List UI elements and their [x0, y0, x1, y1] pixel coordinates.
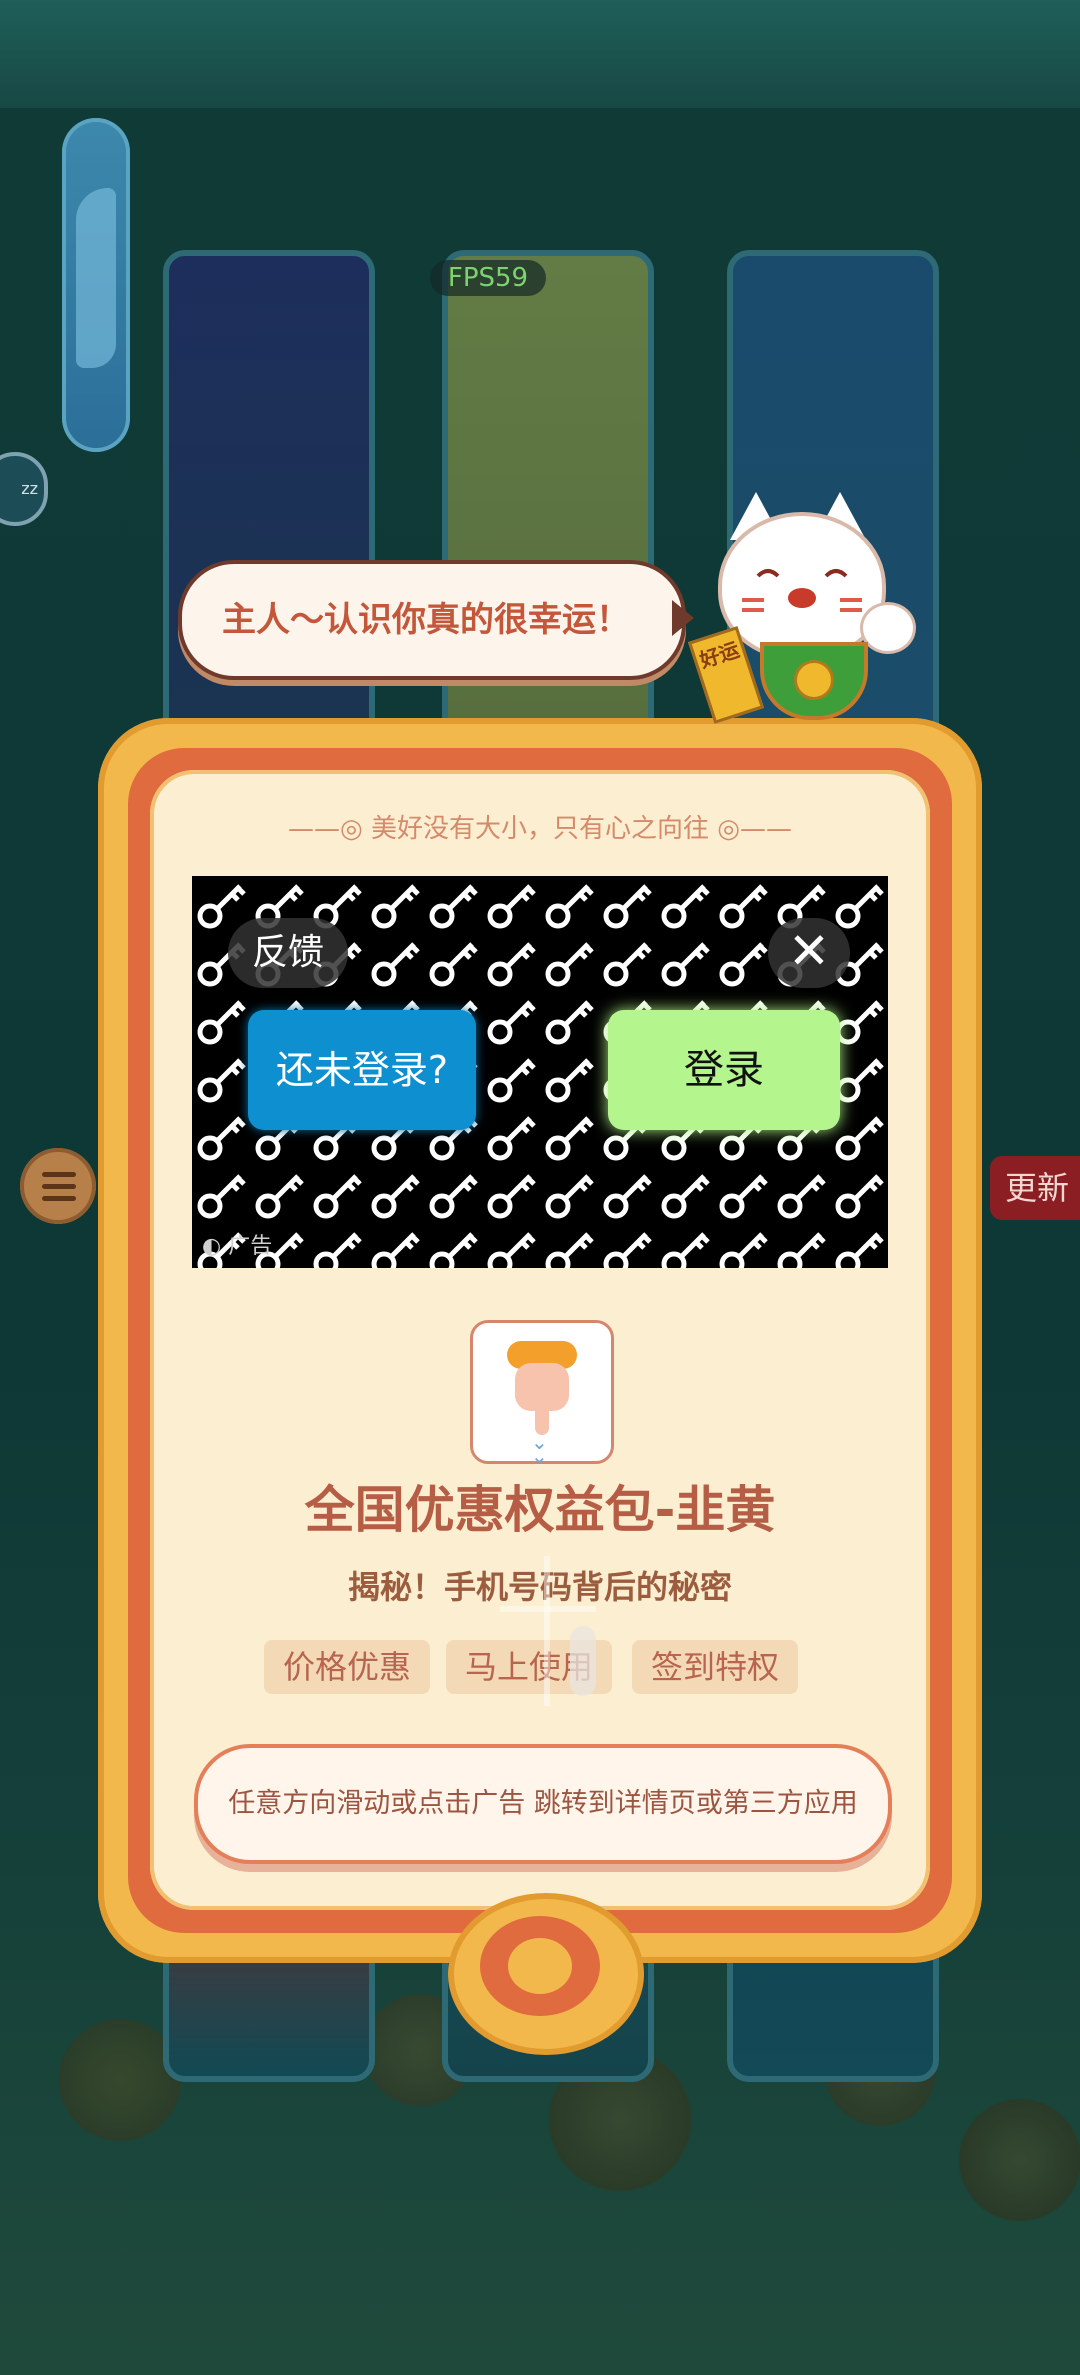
- top-bar-background: [0, 0, 1080, 108]
- not-logged-in-button[interactable]: 还未登录?: [248, 1010, 476, 1130]
- pointing-finger-icon: [570, 1626, 596, 1696]
- dialog-motto: ——◎ 美好没有大小，只有心之向往 ◎——: [150, 808, 930, 845]
- product-title[interactable]: 全国优惠权益包-韭黄: [150, 1470, 930, 1542]
- list-icon: [42, 1184, 76, 1189]
- product-hand-tap-icon[interactable]: ⌄ ⌄: [470, 1320, 614, 1468]
- hand-shape: [515, 1363, 569, 1411]
- menu-list-button[interactable]: [20, 1148, 96, 1224]
- ad-logo-icon: ◐: [202, 1234, 229, 1259]
- swipe-vertical-arrow: [544, 1556, 550, 1706]
- ad-banner[interactable]: 反馈 ✕ 还未登录? 登录 ◐ 广告: [192, 876, 888, 1268]
- cat-paw: [860, 602, 916, 654]
- cloud-knot-core: [508, 1938, 572, 1994]
- motto-right-ornament-icon: ◎——: [717, 814, 792, 844]
- motto-text: 美好没有大小，只有心之向往: [370, 814, 709, 844]
- update-button[interactable]: 更新: [990, 1156, 1080, 1220]
- ad-cta-text: 任意方向滑动或点击广告 跳转到详情页或第三方应用: [228, 1788, 858, 1819]
- chevron-down-icon: ⌄ ⌄: [531, 1430, 548, 1468]
- product-tag: 价格优惠: [264, 1640, 430, 1694]
- lucky-cat-mascot: 好运: [687, 492, 916, 724]
- speech-bubble: 主人～认识你真的很幸运！: [178, 560, 686, 680]
- ad-feedback-button[interactable]: 反馈: [228, 918, 348, 988]
- ad-label: ◐ 广告: [202, 1232, 322, 1262]
- motto-left-ornament-icon: ——◎: [288, 814, 363, 844]
- ad-cta-button[interactable]: 任意方向滑动或点击广告 跳转到详情页或第三方应用: [194, 1744, 892, 1864]
- speech-bubble-text: 主人～认识你真的很幸运！: [222, 600, 630, 640]
- cat-face-icon: [742, 569, 862, 612]
- list-icon: [42, 1196, 76, 1201]
- swipe-gesture-icon: [500, 1556, 596, 1712]
- cat-head: [718, 512, 886, 660]
- product-tag: 签到特权: [632, 1640, 798, 1694]
- ad-label-text: 广告: [228, 1234, 273, 1259]
- back-level-card[interactable]: [62, 118, 130, 452]
- dolphin-icon: [76, 188, 116, 368]
- close-icon[interactable]: ✕: [768, 918, 850, 988]
- bell-icon: [794, 660, 834, 700]
- fps-counter: FPS59: [430, 260, 546, 296]
- list-icon: [42, 1172, 76, 1177]
- swipe-horizontal-arrow: [500, 1606, 596, 1612]
- login-button[interactable]: 登录: [608, 1010, 840, 1130]
